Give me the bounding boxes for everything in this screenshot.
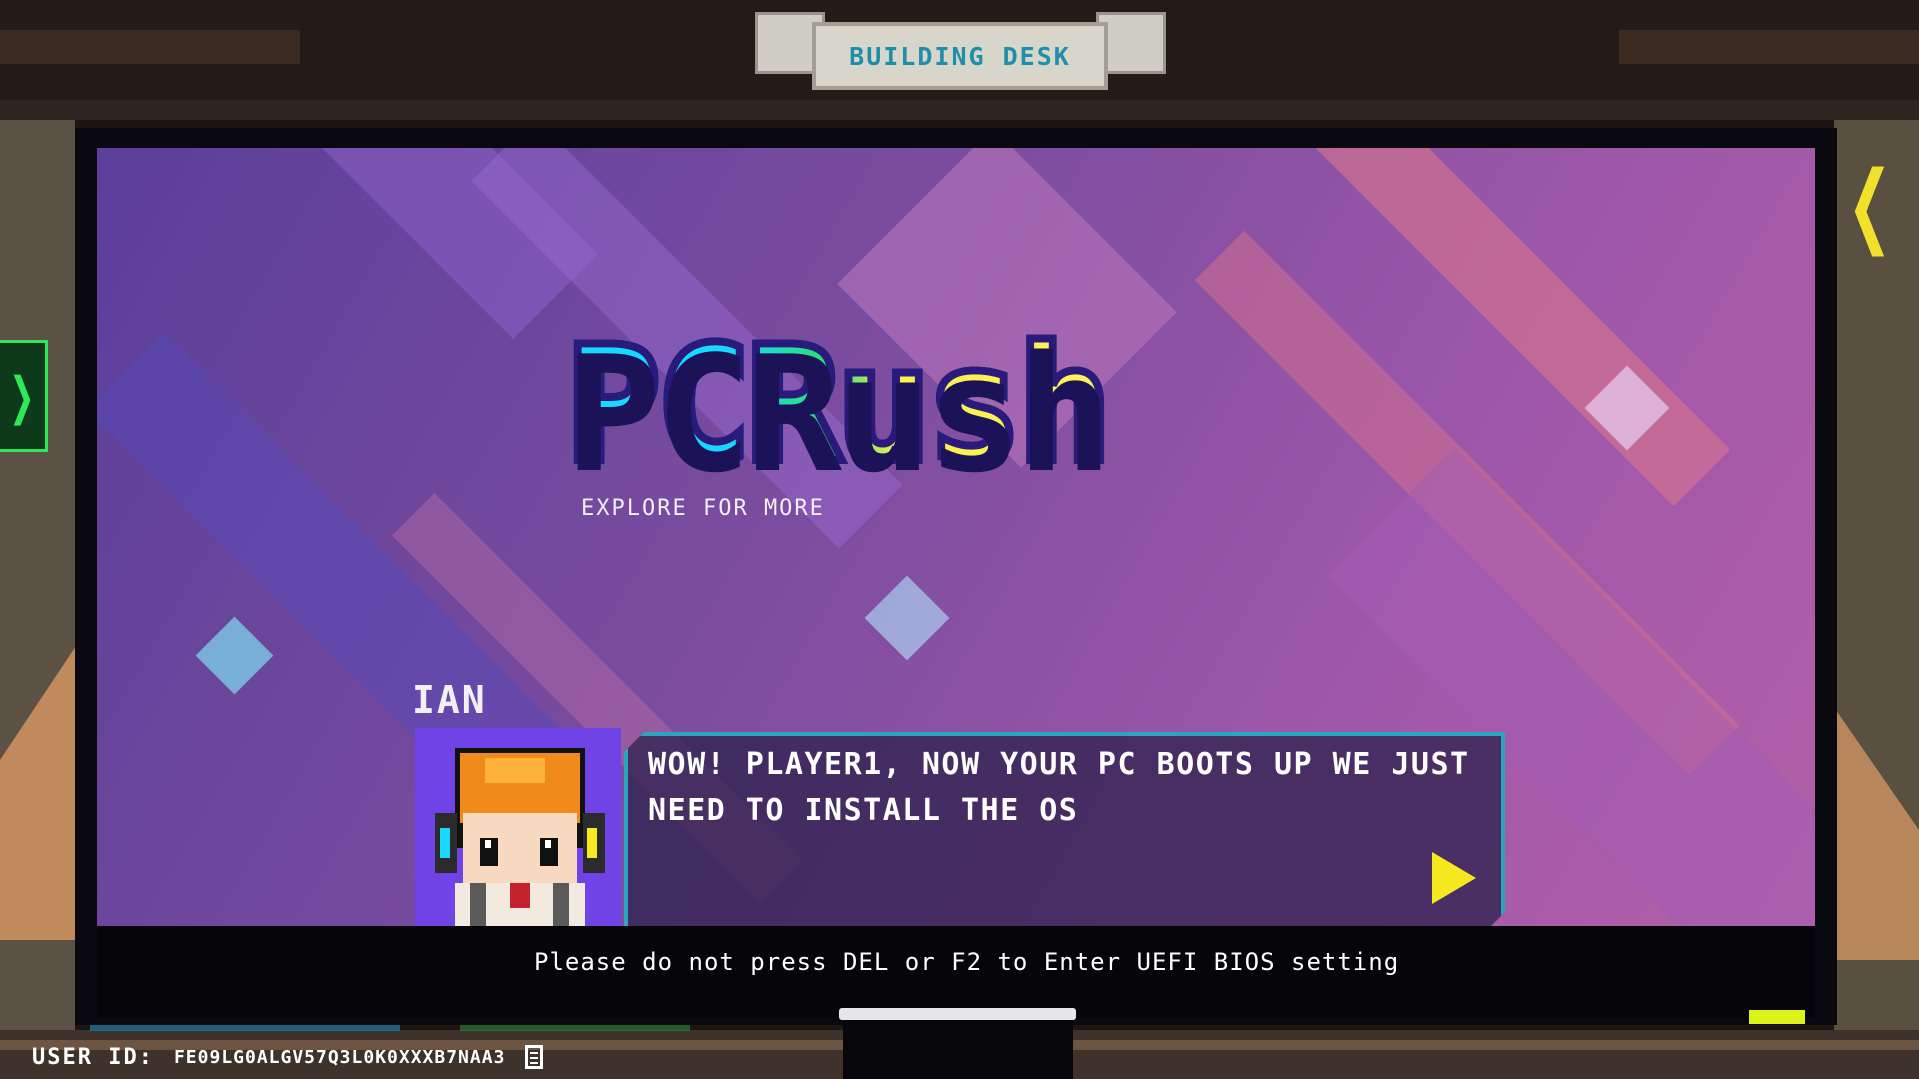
ian-avatar-icon [435,748,605,934]
monitor-accent-bar [90,1025,400,1031]
bg-tile [864,575,950,661]
building-desk-sign: BUILDING DESK [812,22,1108,90]
user-id-label: USER ID: [32,1044,154,1070]
tagline: EXPLORE FOR MORE [581,496,825,521]
speaker-name: IAN [412,678,487,722]
left-nav-tab[interactable]: ❯ [0,340,48,452]
user-id-value: FE09LG0ALGV57Q3L0K0XXXB7NAA3 [173,1046,506,1068]
wall-beam [1619,30,1919,64]
monitor-stand [843,1020,1073,1079]
dialog-message: WOW! PLAYER1, NOW YOUR PC BOOTS UP WE JU… [648,747,1470,828]
chevron-left-icon: ❮ [1847,152,1893,257]
shelf [0,100,1919,120]
copy-icon[interactable] [525,1045,544,1069]
right-nav-tab[interactable]: ❮ [1832,140,1892,270]
power-led [1749,1010,1805,1024]
chevron-right-icon: ❯ [9,355,36,437]
user-id-bar: USER ID: FE09LG0ALGV57Q3L0K0XXXB7NAA3 [32,1044,544,1070]
bios-message: Please do not press DEL or F2 to Enter U… [534,948,1400,976]
monitor-power-bar [839,1008,1076,1020]
monitor-accent-bar [460,1025,690,1031]
play-triangle-icon[interactable] [1432,852,1476,904]
wall-beam [0,30,300,64]
character-portrait [415,728,621,934]
pcrush-logo: PCRush [561,311,1325,498]
logo-text: PCRush [561,311,1117,498]
sign-title: BUILDING DESK [849,41,1071,71]
bg-tile [195,616,274,695]
